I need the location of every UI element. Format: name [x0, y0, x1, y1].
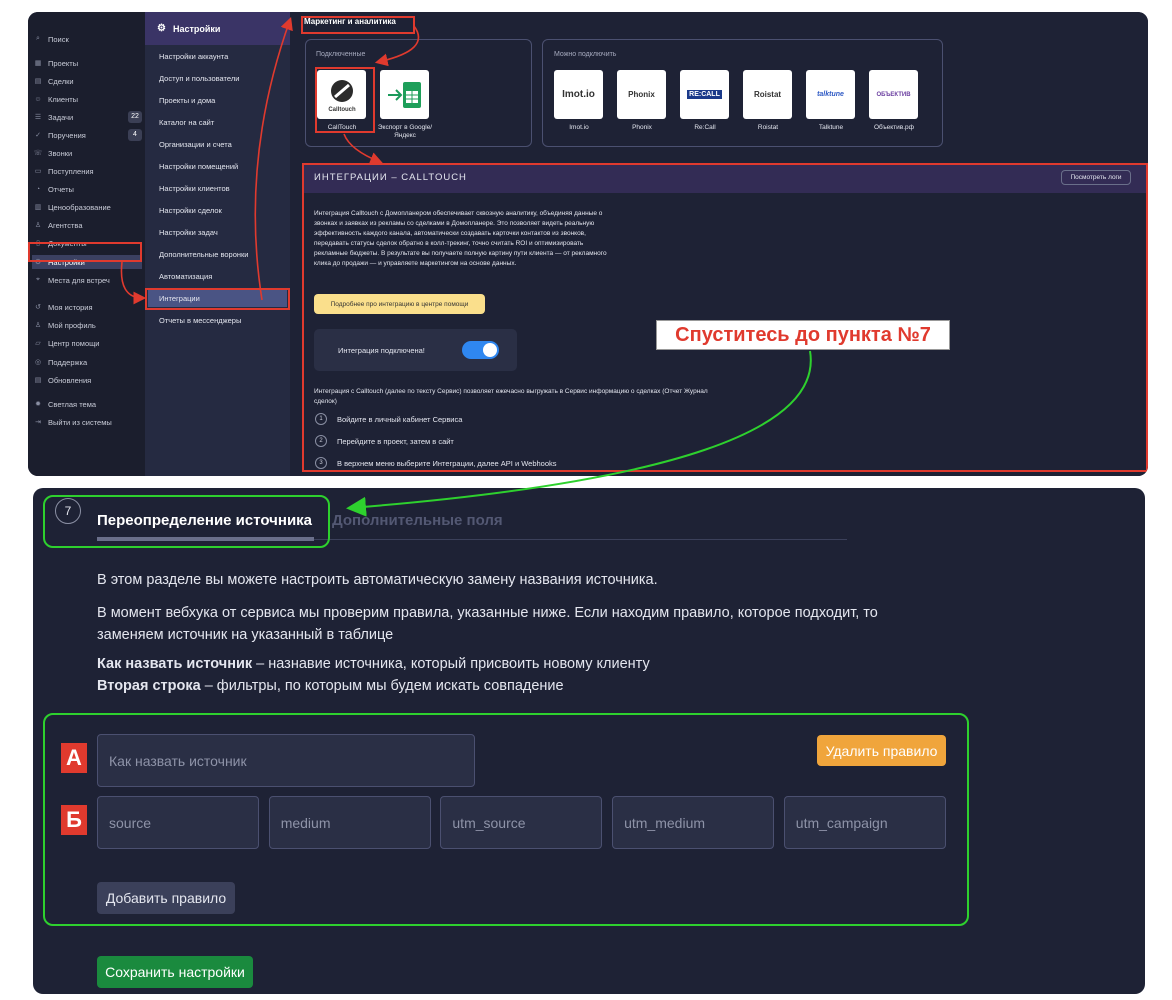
arrow-marketing-to-calltouch	[374, 25, 420, 67]
arrow-calltouch-to-section	[343, 133, 383, 165]
arrow-hint-to-step7	[346, 350, 812, 517]
annotation-arrows	[120, 16, 812, 517]
arrow-settings-to-integrations	[120, 261, 147, 305]
arrow-integrations-to-marketing	[254, 16, 293, 301]
